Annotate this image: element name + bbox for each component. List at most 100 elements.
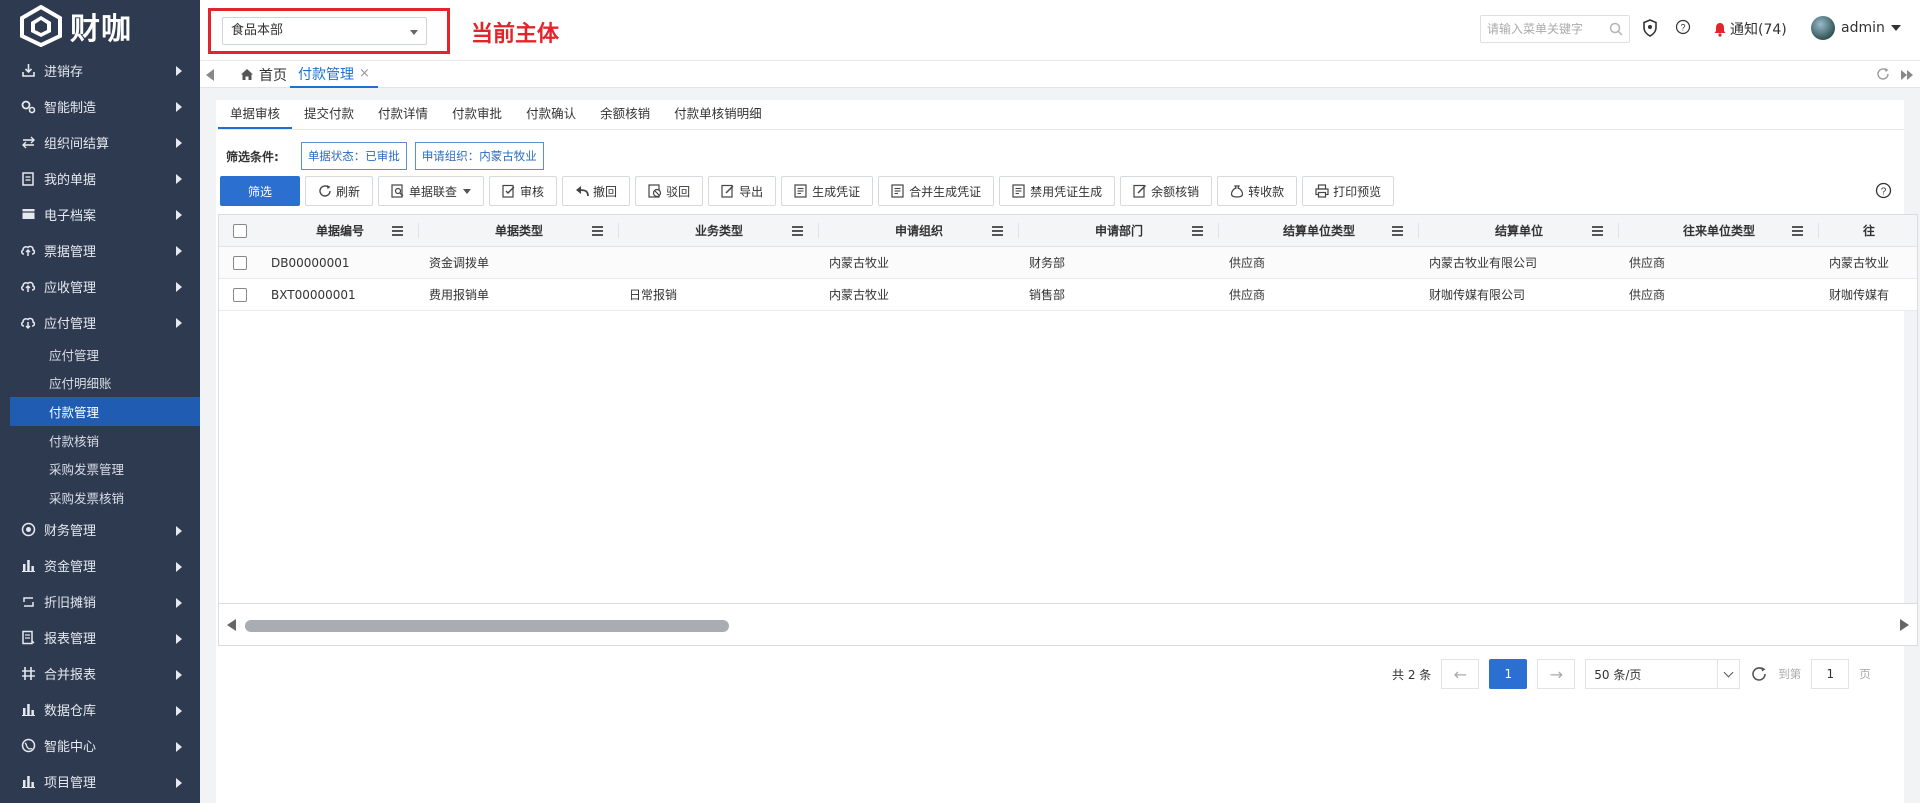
- refresh-icon[interactable]: [1876, 67, 1890, 81]
- tab-scroll-left-icon[interactable]: [206, 69, 214, 81]
- sidebar-item-b3[interactable]: 报表管理: [0, 620, 200, 656]
- sidebar-subitem-1[interactable]: 应付明细账: [0, 369, 200, 398]
- column-header[interactable]: 申请部门: [1019, 215, 1219, 246]
- sidebar-subitem-3[interactable]: 付款核销: [0, 426, 200, 455]
- column-menu-icon[interactable]: [1192, 226, 1203, 238]
- action-button-8[interactable]: 合并生成凭证: [878, 176, 995, 206]
- action-button-0[interactable]: 筛选: [220, 176, 300, 206]
- column-header[interactable]: 单据类型: [419, 215, 619, 246]
- tab-payment-management[interactable]: 付款管理 ×: [290, 61, 378, 88]
- column-menu-icon[interactable]: [1792, 226, 1803, 238]
- sidebar-item-a1[interactable]: 智能制造: [0, 88, 200, 124]
- page-size-select[interactable]: 50 条/页: [1585, 659, 1741, 689]
- current-page-button[interactable]: 1: [1489, 659, 1528, 689]
- action-button-5[interactable]: 驳回: [635, 176, 704, 206]
- column-menu-icon[interactable]: [392, 226, 403, 238]
- subtab-3[interactable]: 付款审批: [440, 100, 514, 129]
- sidebar-item-label: 数据仓库: [44, 704, 97, 720]
- sidebar-item-b0[interactable]: 财务管理: [0, 512, 200, 548]
- subtab-0[interactable]: 单据审核: [218, 100, 293, 129]
- sidebar-item-a2[interactable]: 组织间结算: [0, 124, 200, 160]
- filter-chip-status[interactable]: 单据状态：已审批: [300, 142, 407, 170]
- column-header[interactable]: 申请组织: [819, 215, 1019, 246]
- sidebar-item-a0[interactable]: 进销存: [0, 52, 200, 88]
- refresh-icon[interactable]: [1750, 665, 1768, 683]
- column-header-label: 申请部门: [1094, 224, 1143, 238]
- action-button-1[interactable]: 刷新: [305, 176, 374, 206]
- row-checkbox[interactable]: [233, 255, 247, 270]
- sidebar-item-b4[interactable]: 合并报表: [0, 656, 200, 692]
- tab-scroll-right-icon[interactable]: [1900, 69, 1914, 81]
- subtab-4[interactable]: 付款确认: [514, 100, 588, 129]
- entity-select[interactable]: 食品本部: [222, 17, 427, 45]
- sidebar-item-b2[interactable]: 折旧摊销: [0, 584, 200, 620]
- column-header[interactable]: 业务类型: [619, 215, 819, 246]
- sidebar-subitem-4[interactable]: 采购发票管理: [0, 454, 200, 483]
- column-header[interactable]: 结算单位类型: [1219, 215, 1419, 246]
- scrollbar-thumb[interactable]: [245, 620, 729, 632]
- column-header[interactable]: 往: [1819, 215, 1917, 246]
- notifications[interactable]: 通知(74): [1713, 19, 1787, 39]
- action-button-2[interactable]: 单据联查: [378, 176, 485, 206]
- sidebar-item-a3[interactable]: 我的单据: [0, 160, 200, 196]
- subtab-6[interactable]: 付款单核销明细: [662, 100, 774, 129]
- close-icon[interactable]: ×: [359, 66, 370, 81]
- action-button-4[interactable]: 撤回: [562, 176, 631, 206]
- column-menu-icon[interactable]: [592, 226, 603, 238]
- column-menu-icon[interactable]: [1392, 226, 1403, 238]
- filter-chip-org[interactable]: 申请组织：内蒙古牧业: [414, 142, 544, 170]
- help-icon[interactable]: ?: [1675, 19, 1691, 35]
- user-menu[interactable]: admin: [1811, 16, 1901, 40]
- action-button-3[interactable]: 审核: [489, 176, 558, 206]
- search-icon[interactable]: [1609, 22, 1623, 36]
- column-header[interactable]: 结算单位: [1419, 215, 1619, 246]
- column-header[interactable]: 单据编号: [261, 215, 419, 246]
- action-button-6[interactable]: 导出: [708, 176, 777, 206]
- page-size-value: 50 条/页: [1594, 667, 1642, 682]
- subtab-5[interactable]: 余额核销: [588, 100, 662, 129]
- sidebar-item-a5[interactable]: 票据管理: [0, 232, 200, 268]
- sidebar-subitem-2[interactable]: 付款管理: [10, 397, 200, 426]
- chevron-down-icon: [410, 30, 418, 35]
- table-row[interactable]: DB00000001 资金调拨单 内蒙古牧业 财务部 供应商 内蒙古牧业有限公司 供应商 内蒙…: [219, 247, 1917, 279]
- action-label: 审核: [520, 184, 545, 199]
- subtab-2[interactable]: 付款详情: [366, 100, 440, 129]
- sidebar-item-a6[interactable]: 应收管理: [0, 268, 200, 304]
- action-button-7[interactable]: 生成凭证: [781, 176, 874, 206]
- action-button-10[interactable]: 余额核销: [1120, 176, 1213, 206]
- sidebar-item-a4[interactable]: 电子档案: [0, 196, 200, 232]
- column-menu-icon[interactable]: [992, 226, 1003, 238]
- column-menu-icon[interactable]: [792, 226, 803, 238]
- sidebar-item-b7[interactable]: 项目管理: [0, 764, 200, 800]
- sidebar-item-a7[interactable]: 应付管理: [0, 304, 200, 340]
- help-icon[interactable]: ?: [1875, 182, 1892, 199]
- tab-home[interactable]: 首页: [240, 61, 287, 88]
- menu-search-input[interactable]: 请输入菜单关键字: [1480, 15, 1630, 43]
- brand-logo[interactable]: 财咖: [0, 0, 200, 52]
- chevron-right-icon: [176, 777, 182, 788]
- table-row[interactable]: BXT00000001 费用报销单 日常报销 内蒙古牧业 销售部 供应商 财咖传媒有限公司 供…: [219, 279, 1917, 311]
- scroll-right-icon[interactable]: [1900, 619, 1909, 631]
- action-button-11[interactable]: 转收款: [1217, 176, 1298, 206]
- next-page-button[interactable]: →: [1537, 659, 1576, 689]
- row-checkbox[interactable]: [233, 287, 247, 302]
- goto-page-input[interactable]: 1: [1811, 659, 1850, 689]
- repeat-icon: [20, 594, 36, 610]
- sidebar-item-b6[interactable]: 智能中心: [0, 728, 200, 764]
- sidebar-item-b5[interactable]: 数据仓库: [0, 692, 200, 728]
- column-header[interactable]: 往来单位类型: [1619, 215, 1819, 246]
- action-button-9[interactable]: 禁用凭证生成: [999, 176, 1116, 206]
- sidebar-subitem-0[interactable]: 应付管理: [0, 340, 200, 369]
- chevron-right-icon: [176, 210, 182, 220]
- sidebar-item-b1[interactable]: 资金管理: [0, 548, 200, 584]
- column-menu-icon[interactable]: [1592, 226, 1603, 238]
- chevron-right-icon: [176, 102, 182, 112]
- action-button-12[interactable]: 打印预览: [1302, 176, 1395, 206]
- scroll-left-icon[interactable]: [227, 619, 236, 631]
- horizontal-scrollbar[interactable]: [218, 604, 1918, 646]
- sidebar-subitem-5[interactable]: 采购发票核销: [0, 483, 200, 512]
- select-all-checkbox[interactable]: [233, 223, 247, 238]
- subtab-1[interactable]: 提交付款: [292, 100, 366, 129]
- prev-page-button[interactable]: ←: [1441, 659, 1480, 689]
- shield-icon[interactable]: [1642, 19, 1658, 37]
